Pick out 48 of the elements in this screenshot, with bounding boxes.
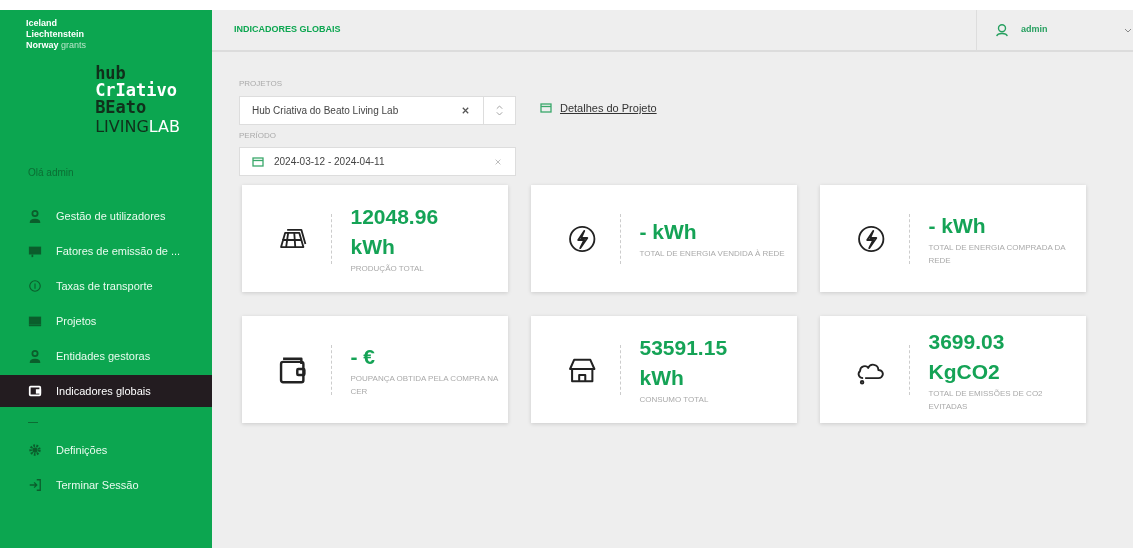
logo-text: hub: [95, 65, 126, 82]
logo-text: BEato: [95, 99, 148, 116]
stat-label: TOTAL DE EMISSÕES DE CO2 EVITADAS: [928, 387, 1044, 413]
sidebar-item[interactable]: Gestão de utilizadores: [0, 200, 212, 232]
sidebar-item[interactable]: Fatores de emissão de ...: [0, 235, 212, 267]
date-range-field[interactable]: 2024-03-12 - 2024-04-11: [239, 147, 516, 176]
logo-text: LIVINGLAB: [95, 118, 180, 135]
stat-value: 3699.03 KgCO2: [928, 328, 1006, 385]
info-icon: [28, 279, 42, 293]
clear-icon: [461, 106, 470, 115]
user-icon: [28, 349, 42, 363]
user-icon: [28, 209, 42, 223]
wallet-icon: [28, 384, 42, 398]
card-icon: [28, 244, 42, 258]
field-label: PERÍODO: [239, 130, 277, 142]
sidebar-item[interactable]: Indicadores globais: [0, 375, 212, 407]
project-details-link[interactable]: Detalhes do Projeto: [540, 100, 657, 116]
settings-icon: [28, 443, 42, 457]
funder-name: Liechtenstein: [26, 29, 85, 40]
stat-value: 53591.15 kWh: [639, 335, 729, 391]
stat-value: - €: [350, 343, 376, 370]
stat-label: POUPANÇA OBTIDA PELA COMPRA NA CER: [350, 372, 499, 398]
sidebar-item[interactable]: Taxas de transporte: [0, 270, 212, 302]
funder-name: Iceland: [26, 18, 58, 29]
page-title: INDICADORES GLOBAIS: [233, 23, 342, 37]
stat-label: CONSUMO TOTAL: [639, 394, 710, 406]
sidebar-item[interactable]: Projetos: [0, 305, 212, 337]
user-menu[interactable]: admin: [976, 10, 1133, 50]
field-label: PROJETOS: [239, 78, 283, 90]
funder-name: Norway grants: [26, 40, 88, 51]
stat-label: TOTAL DE ENERGIA COMPRADA DA REDE: [928, 241, 1067, 267]
stat-label: PRODUÇÃO TOTAL: [350, 263, 425, 275]
sidebar-item[interactable]: Terminar Sessão: [0, 469, 212, 501]
stat-value: - kWh: [639, 219, 698, 245]
calendar-icon: [252, 156, 264, 167]
monitor-icon: [28, 314, 42, 328]
logo-text: CrIativo: [95, 82, 178, 99]
sort-icon: [495, 105, 504, 116]
sidebar-item[interactable]: Definições: [0, 434, 212, 466]
stat-value: 12048.96 kWh: [350, 204, 440, 260]
logout-icon: [28, 478, 42, 492]
sidebar-item[interactable]: Entidades gestoras: [0, 340, 212, 372]
project-select[interactable]: Hub Criativa do Beato Living Lab: [239, 96, 516, 125]
stat-value: - kWh: [928, 212, 987, 239]
user-icon: [995, 23, 1009, 37]
stat-label: TOTAL DE ENERGIA VENDIDA À REDE: [639, 248, 786, 260]
clear-icon: [494, 157, 502, 166]
calendar-icon: [540, 103, 552, 113]
